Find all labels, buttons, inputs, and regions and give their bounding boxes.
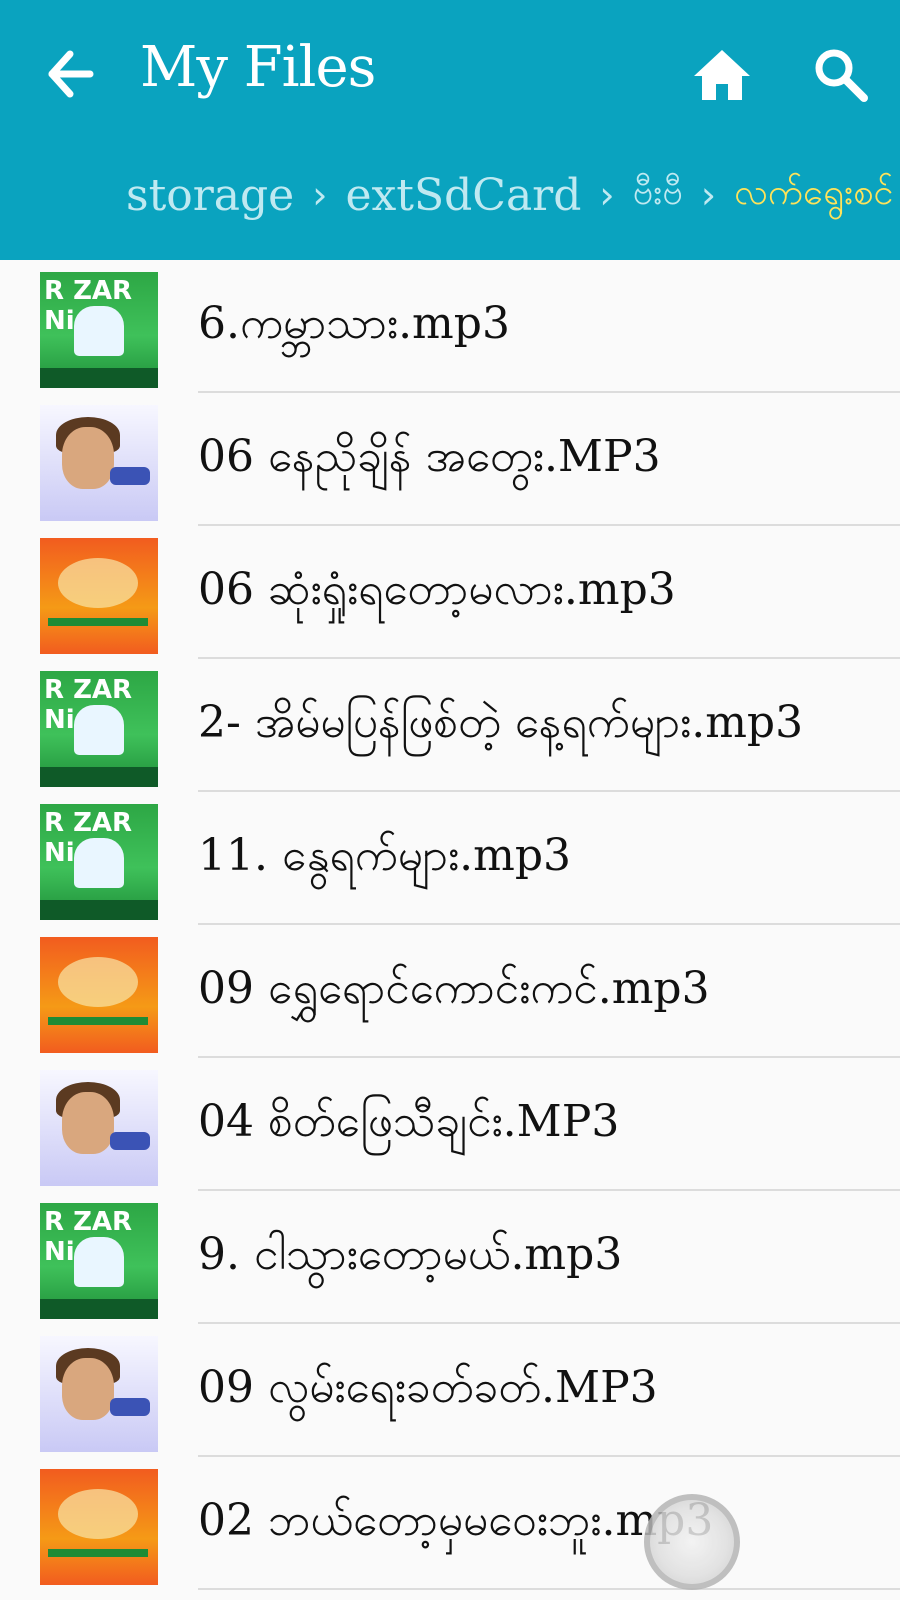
list-item[interactable]: 09 ရွှေရောင်ကောင်းကင်.mp3 [0,925,900,1058]
page-title: My Files [140,35,376,100]
list-item[interactable]: 04 စိတ်ဖြေသီချင်း.MP3 [0,1058,900,1191]
album-art-figure [74,705,124,755]
list-item[interactable]: 09 လွမ်းရေးခတ်ခတ်.MP3 [0,1324,900,1457]
file-name: 02 ဘယ်တော့မှမဝေးဘူး.mp3 [198,1495,714,1546]
back-button[interactable] [40,44,100,104]
album-art-shape [48,618,148,626]
list-item[interactable]: R ZAR Ni 11. နွေရက်များ.mp3 [0,792,900,925]
file-name: 04 စိတ်ဖြေသီချင်း.MP3 [198,1096,620,1147]
album-art-band [40,1299,158,1319]
album-art-band [40,900,158,920]
album-art-figure [74,1237,124,1287]
album-art-shape [58,957,138,1007]
album-art-shape [62,427,114,489]
chevron-right-icon: › [599,173,615,217]
list-item[interactable]: R ZAR Ni 6.ကမ္ဘာသား.mp3 [0,260,900,393]
chevron-right-icon: › [312,173,328,217]
album-art-thumbnail [40,937,158,1053]
album-art-figure [74,306,124,356]
album-art-shape [110,1132,150,1150]
album-art-thumbnail [40,1336,158,1452]
album-art-shape [110,1398,150,1416]
file-list: R ZAR Ni 6.ကမ္ဘာသား.mp3 06 နေညိုချိန် အတွေ… [0,260,900,1590]
file-name: 09 လွမ်းရေးခတ်ခတ်.MP3 [198,1362,658,1413]
album-art-shape [62,1092,114,1154]
file-name: 11. နွေရက်များ.mp3 [198,830,571,881]
album-art-thumbnail: R ZAR Ni [40,671,158,787]
album-art-thumbnail [40,1469,158,1585]
breadcrumb: storage › extSdCard › ဗီးဗီ › လက်ရွေးစင် [126,160,900,230]
album-art-shape [58,1489,138,1539]
app-bar: My Files storage › extSdCard › ဗီးဗီ › လ… [0,0,900,260]
album-art-band [40,767,158,787]
breadcrumb-storage[interactable]: storage [126,170,294,221]
album-art-shape [110,467,150,485]
album-art-figure [74,838,124,888]
file-name: 06 နေညိုချိန် အတွေး.MP3 [198,431,661,482]
list-item[interactable]: 06 ဆုံးရှုံးရတော့မလား.mp3 [0,526,900,659]
chevron-right-icon: › [700,173,717,217]
album-art-thumbnail: R ZAR Ni [40,804,158,920]
list-item[interactable]: 02 ဘယ်တော့မှမဝေးဘူး.mp3 [0,1457,900,1590]
breadcrumb-current[interactable]: လက်ရွေးစင် [734,168,893,222]
album-art-shape [48,1549,148,1557]
divider [198,1588,900,1590]
touch-indicator [644,1494,740,1590]
album-art-shape [62,1358,114,1420]
album-art-thumbnail [40,1070,158,1186]
album-art-thumbnail [40,405,158,521]
list-item[interactable]: R ZAR Ni 2- အိမ်မပြန်ဖြစ်တဲ့ နေ့ရက်များ.m… [0,659,900,792]
home-button[interactable] [690,44,754,104]
file-name: 9. ငါသွားတော့မယ်.mp3 [198,1229,623,1280]
list-item[interactable]: R ZAR Ni 9. ငါသွားတော့မယ်.mp3 [0,1191,900,1324]
album-art-shape [48,1017,148,1025]
album-art-shape [58,558,138,608]
arrow-left-icon [48,50,94,98]
album-art-thumbnail [40,538,158,654]
album-art-thumbnail: R ZAR Ni [40,272,158,388]
home-icon [694,50,750,100]
breadcrumb-extsdcard[interactable]: extSdCard [345,170,581,221]
search-button[interactable] [810,44,870,104]
file-name: 09 ရွှေရောင်ကောင်းကင်.mp3 [198,963,710,1014]
file-name: 6.ကမ္ဘာသား.mp3 [198,298,510,349]
file-name: 2- အိမ်မပြန်ဖြစ်တဲ့ နေ့ရက်များ.mp3 [198,697,804,748]
list-item[interactable]: 06 နေညိုချိန် အတွေး.MP3 [0,393,900,526]
album-art-thumbnail: R ZAR Ni [40,1203,158,1319]
file-name: 06 ဆုံးရှုံးရတော့မလား.mp3 [198,564,676,615]
album-art-band [40,368,158,388]
search-icon [815,49,868,102]
breadcrumb-folder[interactable]: ဗီးဗီ [633,168,683,222]
